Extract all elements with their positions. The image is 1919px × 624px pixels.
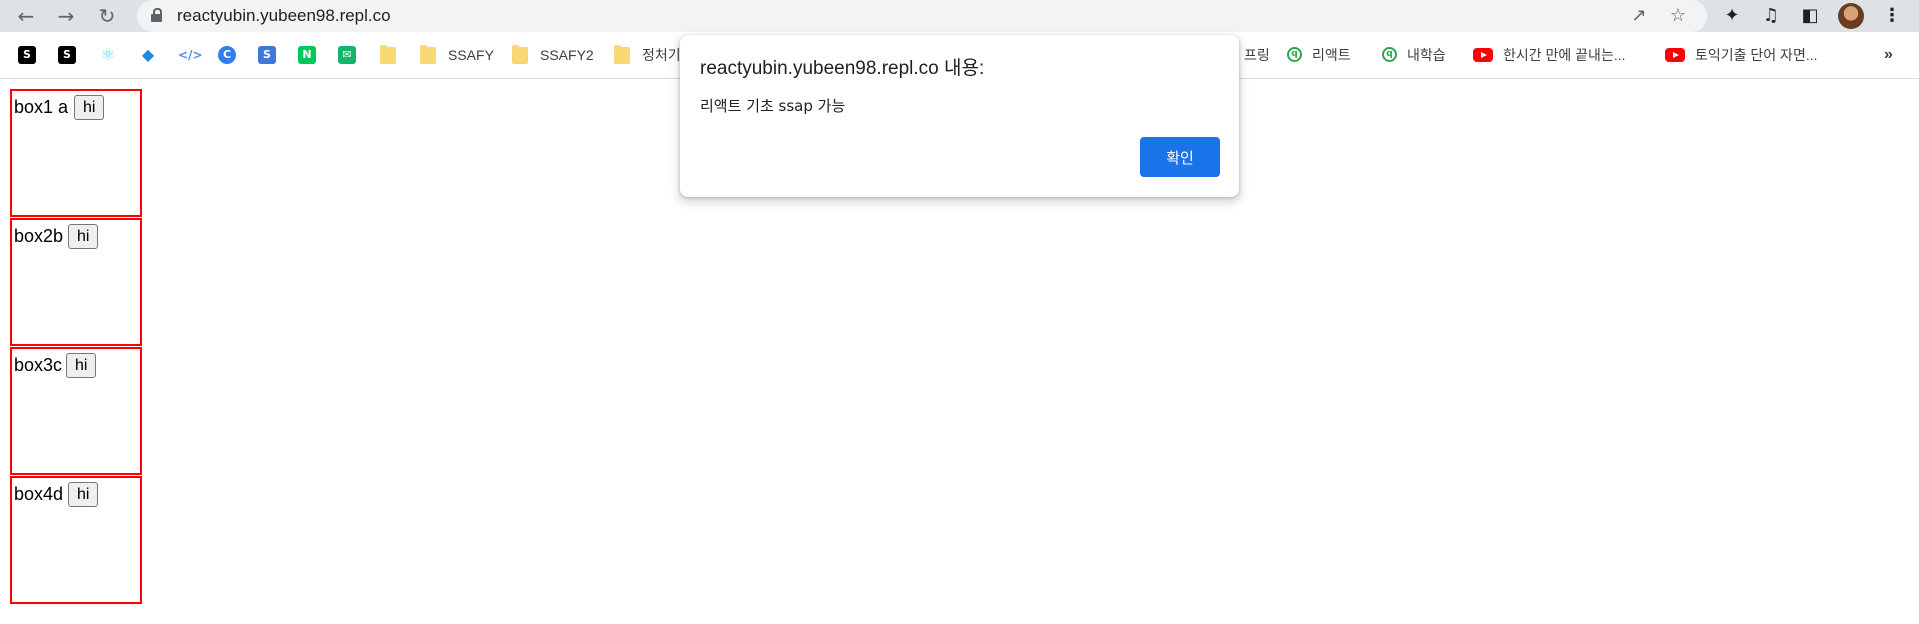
profile-avatar[interactable] <box>1838 3 1864 29</box>
kebab-menu-icon[interactable]: ⋮ <box>1880 4 1904 28</box>
bookmark-label[interactable]: 한시간 만에 끝내는... <box>1503 32 1626 78</box>
diamond-icon[interactable]: ◆ <box>139 46 157 64</box>
hi-button[interactable]: hi <box>68 482 99 507</box>
box-label: box4d <box>14 484 64 504</box>
side-panel-icon[interactable]: ◧ <box>1798 4 1822 28</box>
box-4: box4d hi <box>10 476 142 604</box>
react-atom-icon[interactable]: ⚛ <box>99 46 117 64</box>
bookmark-label[interactable]: SSAFY <box>448 32 494 78</box>
folder-icon[interactable] <box>512 45 528 64</box>
c-circle-icon[interactable]: C <box>218 46 236 64</box>
dialog-title: reactyubin.yubeen98.repl.co 내용: <box>700 58 985 79</box>
hi-button[interactable]: hi <box>68 224 99 249</box>
bookmark-label[interactable]: SSAFY2 <box>540 32 594 78</box>
box-2: box2b hi <box>10 218 142 346</box>
box-label: box2b <box>14 226 64 246</box>
bookmark-label[interactable]: 토익기출 단어 자면... <box>1695 32 1818 78</box>
box-label: box3c <box>14 355 63 375</box>
green-mail-icon[interactable]: ✉ <box>338 46 356 64</box>
bookmark-green-icon[interactable]: q <box>1287 47 1302 62</box>
bookmarks-overflow-icon[interactable]: » <box>1884 32 1893 78</box>
reload-icon[interactable]: ↻ <box>94 3 120 29</box>
address-bar[interactable]: reactyubin.yubeen98.repl.co ↗ ☆ <box>137 0 1707 32</box>
bookmark-s-icon-1[interactable]: S <box>18 46 36 64</box>
bookmark-label[interactable]: 프링 <box>1244 32 1270 78</box>
ok-button[interactable]: 확인 <box>1140 137 1220 177</box>
naver-icon[interactable]: N <box>298 46 316 64</box>
box-1: box1 a hi <box>10 89 142 217</box>
url-text[interactable]: reactyubin.yubeen98.repl.co <box>177 0 391 32</box>
youtube-icon[interactable] <box>1473 48 1493 62</box>
folder-icon[interactable] <box>614 45 630 64</box>
hi-button[interactable]: hi <box>74 95 105 120</box>
box-label: box1 a <box>14 97 69 117</box>
back-arrow-icon[interactable]: ← <box>13 3 39 29</box>
youtube-icon[interactable] <box>1665 48 1685 62</box>
bookmark-label[interactable]: 정처기 <box>642 32 681 78</box>
browser-toolbar: ← → ↻ reactyubin.yubeen98.repl.co ↗ ☆ ✦ … <box>0 0 1919 32</box>
bookmark-s-icon-2[interactable]: S <box>58 46 76 64</box>
lock-icon[interactable] <box>151 8 162 22</box>
media-control-icon[interactable]: ♫ <box>1759 4 1783 28</box>
bookmark-label[interactable]: 내학습 <box>1407 32 1446 78</box>
star-icon[interactable]: ☆ <box>1665 3 1691 29</box>
hi-button[interactable]: hi <box>66 353 97 378</box>
code-icon[interactable]: </> <box>178 46 203 64</box>
folder-icon[interactable] <box>420 45 436 64</box>
alert-dialog: reactyubin.yubeen98.repl.co 내용: 리액트 기초 s… <box>680 35 1239 197</box>
extensions-puzzle-icon[interactable]: ✦ <box>1720 4 1744 28</box>
s-blue-icon[interactable]: S <box>258 46 276 64</box>
folder-icon[interactable] <box>380 45 396 64</box>
bookmark-label[interactable]: 리액트 <box>1312 32 1351 78</box>
box-3: box3c hi <box>10 347 142 475</box>
share-icon[interactable]: ↗ <box>1626 3 1652 29</box>
dialog-message: 리액트 기초 ssap 가능 <box>700 97 846 115</box>
forward-arrow-icon[interactable]: → <box>53 3 79 29</box>
bookmark-green-icon[interactable]: q <box>1382 47 1397 62</box>
